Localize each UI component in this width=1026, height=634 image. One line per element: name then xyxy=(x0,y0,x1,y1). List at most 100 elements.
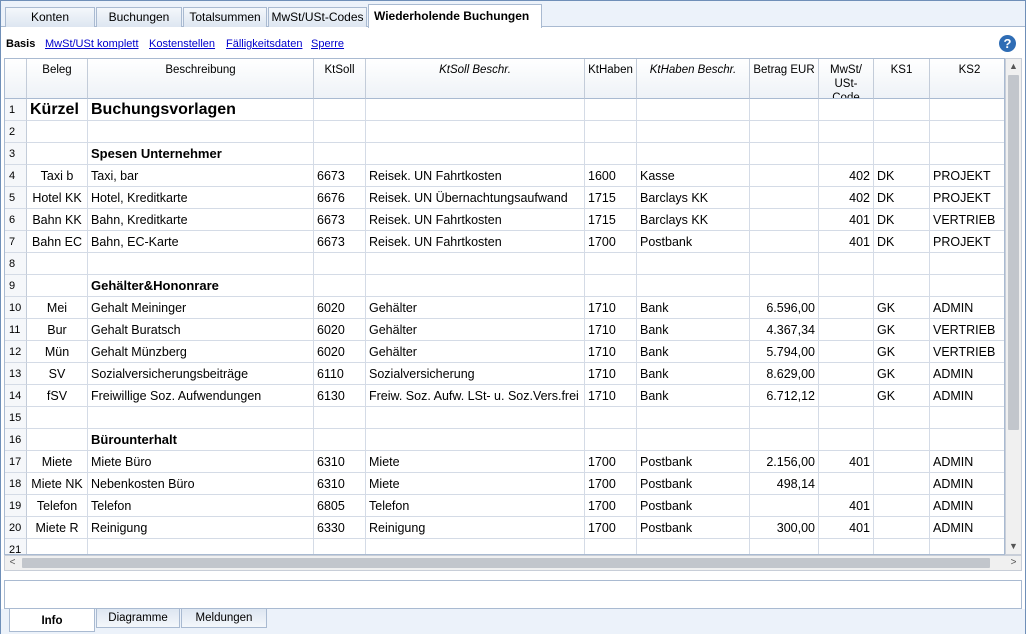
cell-beleg[interactable] xyxy=(27,121,88,143)
cell-kthaben-beschr[interactable] xyxy=(637,253,750,275)
cell-ks1[interactable] xyxy=(874,517,930,539)
cell-beleg[interactable] xyxy=(27,429,88,451)
cell-betrag[interactable]: 300,00 xyxy=(750,517,819,539)
cell-ktsoll[interactable]: 6673 xyxy=(314,165,366,187)
cell-betrag[interactable] xyxy=(750,165,819,187)
cell-ks1[interactable] xyxy=(874,407,930,429)
row-number[interactable]: 5 xyxy=(5,187,27,209)
cell-kthaben-beschr[interactable] xyxy=(637,121,750,143)
cell-betrag[interactable] xyxy=(750,253,819,275)
cell-beschreibung[interactable]: Gehalt Meininger xyxy=(88,297,314,319)
cell-ks1[interactable] xyxy=(874,451,930,473)
cell-beschreibung[interactable]: Miete Büro xyxy=(88,451,314,473)
cell-ktsoll-beschr[interactable]: Gehälter xyxy=(366,341,585,363)
cell-ks2[interactable]: ADMIN xyxy=(930,297,1004,319)
cell-ktsoll[interactable]: 6020 xyxy=(314,319,366,341)
cell-mwst-code[interactable] xyxy=(819,99,874,121)
cell-beleg[interactable]: SV xyxy=(27,363,88,385)
view-sperre[interactable]: Sperre xyxy=(311,38,344,50)
help-icon[interactable]: ? xyxy=(999,35,1016,52)
column-header-beschreibung[interactable]: Beschreibung xyxy=(88,59,314,99)
cell-ktsoll[interactable] xyxy=(314,407,366,429)
cell-ktsoll[interactable] xyxy=(314,121,366,143)
cell-ks1[interactable] xyxy=(874,539,930,554)
cell-betrag[interactable] xyxy=(750,187,819,209)
cell-kthaben[interactable] xyxy=(585,99,637,121)
cell-mwst-code[interactable] xyxy=(819,121,874,143)
tab-totalsummen[interactable]: Totalsummen xyxy=(183,7,267,27)
cell-beschreibung[interactable]: Gehalt Buratsch xyxy=(88,319,314,341)
cell-beleg[interactable]: Miete xyxy=(27,451,88,473)
tab-diagramme[interactable]: Diagramme xyxy=(96,609,180,628)
row-number[interactable]: 17 xyxy=(5,451,27,473)
cell-betrag[interactable]: 2.156,00 xyxy=(750,451,819,473)
cell-mwst-code[interactable] xyxy=(819,143,874,165)
cell-ktsoll-beschr[interactable]: Reisek. UN Übernachtungsaufwand xyxy=(366,187,585,209)
cell-kthaben-beschr[interactable]: Bank xyxy=(637,319,750,341)
cell-ks1[interactable] xyxy=(874,495,930,517)
cell-ks1[interactable]: GK xyxy=(874,363,930,385)
cell-mwst-code[interactable]: 402 xyxy=(819,165,874,187)
cell-ks1[interactable] xyxy=(874,121,930,143)
cell-ktsoll-beschr[interactable] xyxy=(366,121,585,143)
cell-kthaben[interactable] xyxy=(585,429,637,451)
cell-ks2[interactable] xyxy=(930,539,1004,554)
cell-ktsoll-beschr[interactable]: Reinigung xyxy=(366,517,585,539)
cell-mwst-code[interactable]: 401 xyxy=(819,451,874,473)
cell-betrag[interactable] xyxy=(750,539,819,554)
cell-kthaben-beschr[interactable]: Bank xyxy=(637,385,750,407)
cell-kthaben-beschr[interactable]: Barclays KK xyxy=(637,209,750,231)
cell-kthaben[interactable]: 1715 xyxy=(585,187,637,209)
tab-mwst-ust-codes[interactable]: MwSt/USt-Codes xyxy=(268,7,367,27)
tab-buchungen[interactable]: Buchungen xyxy=(96,7,182,27)
cell-ks1[interactable]: DK xyxy=(874,187,930,209)
cell-ktsoll[interactable]: 6673 xyxy=(314,231,366,253)
cell-ktsoll-beschr[interactable] xyxy=(366,253,585,275)
cell-betrag[interactable] xyxy=(750,121,819,143)
cell-beschreibung[interactable]: Gehalt Münzberg xyxy=(88,341,314,363)
cell-ktsoll[interactable] xyxy=(314,275,366,297)
cell-kthaben[interactable]: 1700 xyxy=(585,495,637,517)
cell-ktsoll[interactable] xyxy=(314,99,366,121)
cell-ks1[interactable]: GK xyxy=(874,319,930,341)
cell-ks1[interactable] xyxy=(874,473,930,495)
cell-beleg[interactable] xyxy=(27,253,88,275)
cell-beschreibung[interactable]: Reinigung xyxy=(88,517,314,539)
cell-kthaben[interactable]: 1710 xyxy=(585,385,637,407)
cell-beschreibung[interactable] xyxy=(88,539,314,554)
cell-beschreibung[interactable]: Buchungsvorlagen xyxy=(88,99,314,121)
cell-ks2[interactable]: VERTRIEB xyxy=(930,209,1004,231)
cell-kthaben-beschr[interactable]: Postbank xyxy=(637,517,750,539)
cell-beschreibung[interactable]: Telefon xyxy=(88,495,314,517)
cell-beschreibung[interactable]: Taxi, bar xyxy=(88,165,314,187)
cell-ktsoll-beschr[interactable] xyxy=(366,99,585,121)
cell-ks2[interactable]: ADMIN xyxy=(930,473,1004,495)
cell-betrag[interactable] xyxy=(750,407,819,429)
cell-ks2[interactable]: ADMIN xyxy=(930,363,1004,385)
cell-beschreibung[interactable]: Freiwillige Soz. Aufwendungen xyxy=(88,385,314,407)
cell-ktsoll-beschr[interactable]: Reisek. UN Fahrtkosten xyxy=(366,165,585,187)
cell-mwst-code[interactable] xyxy=(819,363,874,385)
tab-wiederholende-buchungen[interactable]: Wiederholende Buchungen✕ xyxy=(368,4,542,46)
cell-kthaben[interactable] xyxy=(585,143,637,165)
cell-mwst-code[interactable]: 402 xyxy=(819,187,874,209)
view-kostenstellen[interactable]: Kostenstellen xyxy=(149,38,215,50)
cell-beschreibung[interactable] xyxy=(88,253,314,275)
cell-beschreibung[interactable]: Hotel, Kreditkarte xyxy=(88,187,314,209)
cell-kthaben-beschr[interactable]: Kasse xyxy=(637,165,750,187)
cell-ktsoll[interactable]: 6805 xyxy=(314,495,366,517)
row-number[interactable]: 21 xyxy=(5,539,27,554)
cell-betrag[interactable]: 6.712,12 xyxy=(750,385,819,407)
cell-beleg[interactable]: Taxi b xyxy=(27,165,88,187)
column-header-beleg[interactable]: Beleg xyxy=(27,59,88,99)
cell-beschreibung[interactable]: Spesen Unternehmer xyxy=(88,143,314,165)
row-number[interactable]: 2 xyxy=(5,121,27,143)
row-number[interactable]: 12 xyxy=(5,341,27,363)
cell-beschreibung[interactable]: Gehälter&Hononrare xyxy=(88,275,314,297)
cell-ktsoll[interactable]: 6130 xyxy=(314,385,366,407)
cell-mwst-code[interactable] xyxy=(819,275,874,297)
cell-betrag[interactable] xyxy=(750,275,819,297)
cell-kthaben-beschr[interactable]: Postbank xyxy=(637,451,750,473)
cell-ktsoll[interactable] xyxy=(314,143,366,165)
cell-kthaben-beschr[interactable] xyxy=(637,143,750,165)
